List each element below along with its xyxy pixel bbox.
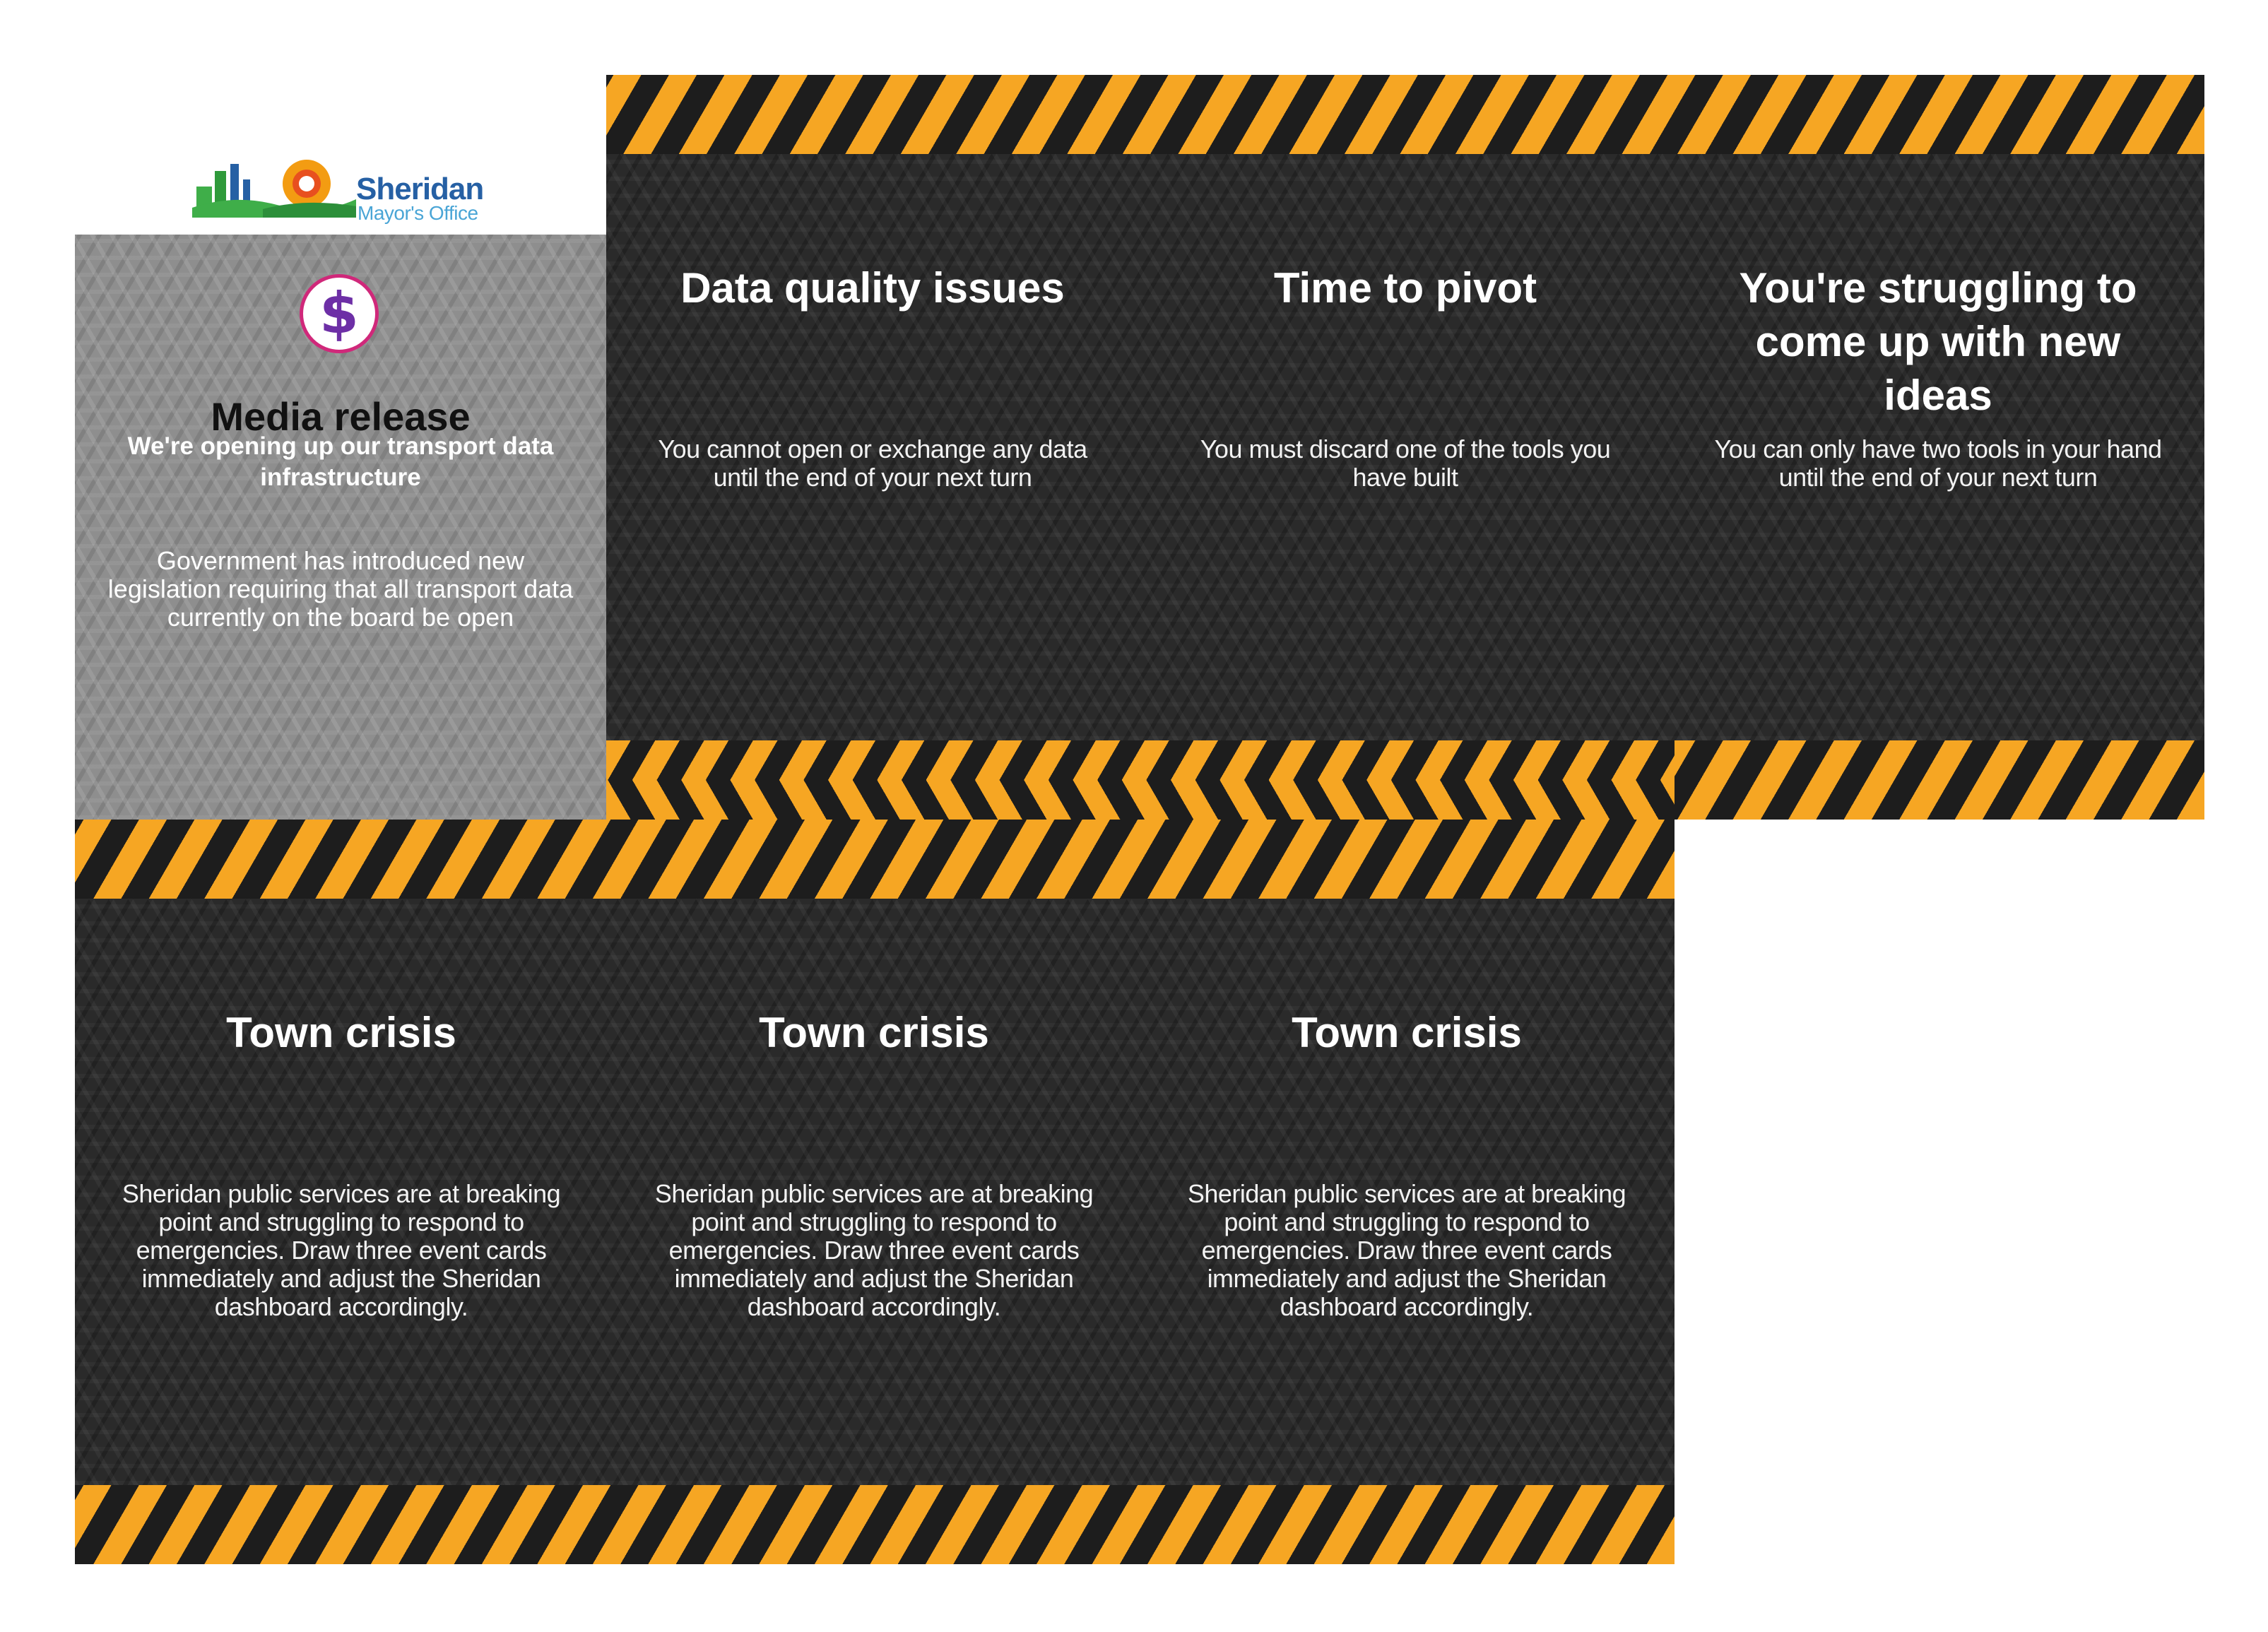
media-release-body: Government has introduced new legislatio… bbox=[107, 546, 574, 632]
card-title: Time to pivot bbox=[1273, 264, 1537, 312]
card-body: Sheridan public services are at breaking… bbox=[654, 1179, 1094, 1321]
event-card-town-crisis[interactable]: Town crisis Sheridan public services are… bbox=[75, 899, 608, 1485]
media-release-card[interactable]: $ Media release We're opening up our tra… bbox=[75, 235, 606, 820]
hazard-chevron-band bbox=[606, 740, 1675, 820]
card-body: You cannot open or exchange any data unt… bbox=[658, 434, 1087, 492]
card-body: Sheridan public services are at breaking… bbox=[122, 1179, 561, 1321]
dollar-icon: $ bbox=[300, 274, 379, 353]
event-card-time-to-pivot[interactable]: Time to pivot You must discard one of th… bbox=[1139, 154, 1672, 740]
event-card-town-crisis[interactable]: Town crisis Sheridan public services are… bbox=[1140, 899, 1673, 1485]
hazard-stripe-top bbox=[606, 75, 2204, 154]
card-title: Data quality issues bbox=[680, 264, 1065, 312]
hazard-stripe-bottom bbox=[75, 1485, 1675, 1564]
event-card-struggling-ideas[interactable]: You're struggling to come up with new id… bbox=[1672, 154, 2204, 740]
event-card-data-quality[interactable]: Data quality issues You cannot open or e… bbox=[606, 154, 1139, 740]
logo-subtitle: Mayor's Office bbox=[358, 202, 478, 224]
card-body: Sheridan public services are at breaking… bbox=[1187, 1179, 1626, 1321]
hazard-stripe-middle bbox=[75, 820, 1675, 899]
sheridan-logo: Sheridan Mayor's Office bbox=[192, 154, 503, 225]
card-title: Town crisis bbox=[759, 1009, 989, 1056]
card-body: You can only have two tools in your hand… bbox=[1714, 434, 2162, 492]
media-release-subtitle: We're opening up our transport data infr… bbox=[127, 432, 554, 491]
event-card-town-crisis[interactable]: Town crisis Sheridan public services are… bbox=[608, 899, 1140, 1485]
card-body: You must discard one of the tools you ha… bbox=[1200, 434, 1611, 492]
card-title: Town crisis bbox=[226, 1009, 456, 1056]
logo-name: Sheridan bbox=[356, 172, 484, 206]
skyline-logo-icon bbox=[192, 160, 356, 218]
card-title: You're struggling to come up with new id… bbox=[1739, 264, 2137, 419]
hazard-stripe-top-right bbox=[1675, 740, 2204, 820]
card-title: Town crisis bbox=[1292, 1009, 1522, 1056]
